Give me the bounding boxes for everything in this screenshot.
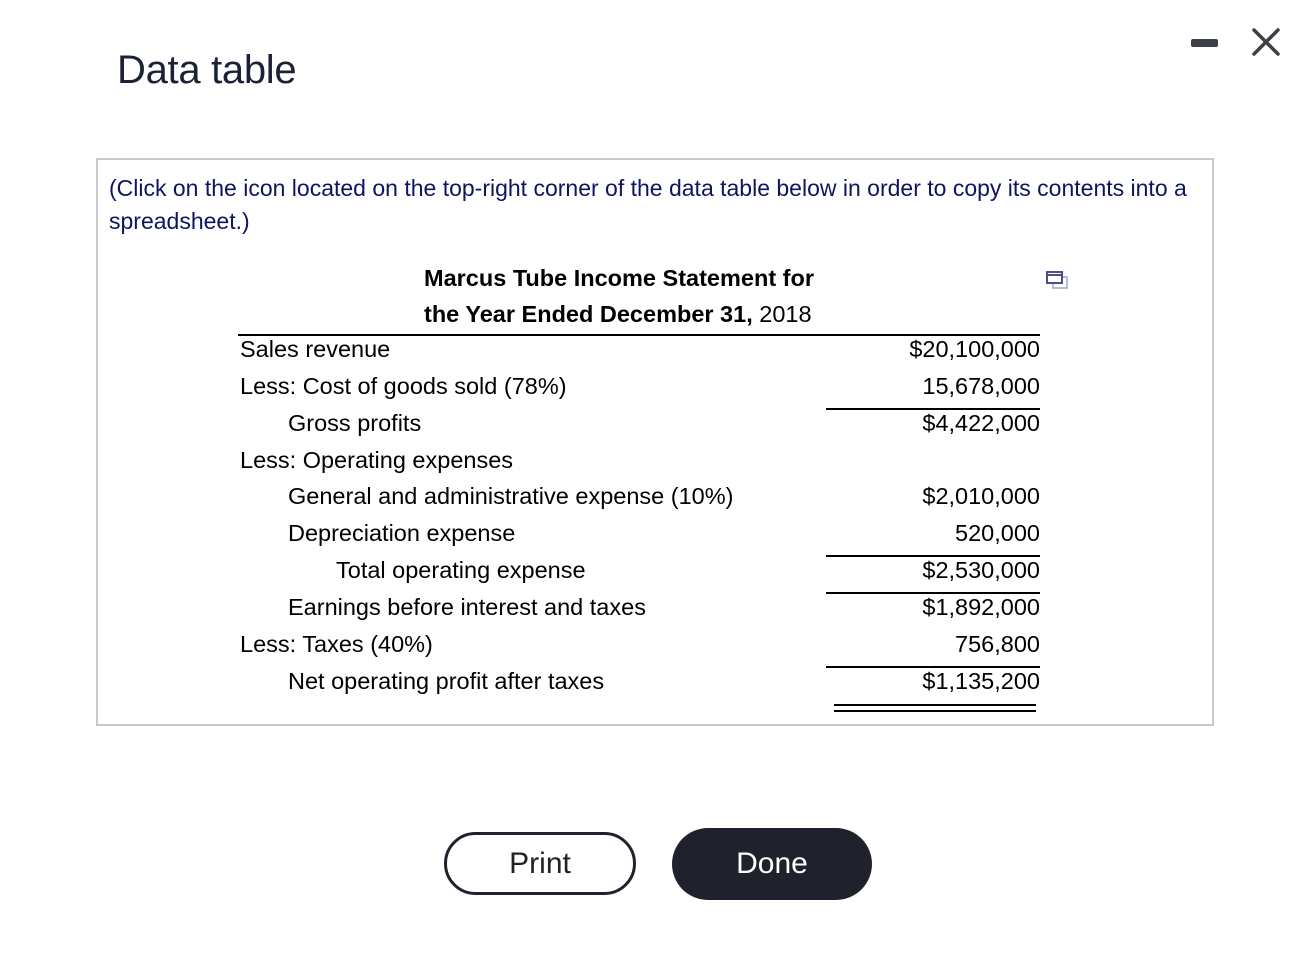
row-amount: $20,100,000 xyxy=(909,336,1040,362)
subtotal-rule xyxy=(826,408,1040,410)
row-label: Less: Taxes (40%) xyxy=(240,631,433,657)
table-row: Less: Cost of goods sold (78%) 15,678,000 xyxy=(238,373,1040,409)
close-button[interactable] xyxy=(1246,22,1286,62)
row-label: Gross profits xyxy=(288,410,422,436)
minimize-icon xyxy=(1191,39,1218,47)
minimize-button[interactable] xyxy=(1188,30,1220,54)
dialog-title: Data table xyxy=(117,48,297,92)
row-label: Total operating expense xyxy=(336,557,586,583)
statement-title-line1: Marcus Tube Income Statement for xyxy=(424,265,814,291)
row-label: Net operating profit after taxes xyxy=(288,668,605,694)
table-row: Earnings before interest and taxes $1,892… xyxy=(238,594,1040,630)
row-amount: 520,000 xyxy=(955,520,1040,546)
row-label: Sales revenue xyxy=(240,336,391,362)
instructions-text: (Click on the icon located on the top-ri… xyxy=(109,175,1187,234)
row-amount: 15,678,000 xyxy=(922,373,1040,399)
statement-title-year: 2018 xyxy=(752,301,812,327)
table-row: Gross profits $4,422,000 xyxy=(238,410,1040,446)
row-label: Depreciation expense xyxy=(288,520,516,546)
table-row: Depreciation expense 520,000 xyxy=(238,520,1040,556)
print-button[interactable]: Print xyxy=(444,832,636,895)
copy-to-spreadsheet-button[interactable] xyxy=(1044,268,1072,294)
close-icon xyxy=(1252,28,1280,56)
data-table-panel: (Click on the icon located on the top-ri… xyxy=(96,158,1214,726)
table-row: General and administrative expense (10%)… xyxy=(238,483,1040,519)
row-label: General and administrative expense (10%) xyxy=(288,483,734,509)
subtotal-rule xyxy=(826,555,1040,557)
statement-title: Marcus Tube Income Statement for the Yea… xyxy=(424,260,814,332)
row-amount: $1,135,200 xyxy=(922,668,1040,694)
table-row: Total operating expense $2,530,000 xyxy=(238,557,1040,593)
row-amount: $2,010,000 xyxy=(922,483,1040,509)
statement-title-period: the Year Ended December 31, xyxy=(424,301,753,327)
subtotal-rule xyxy=(826,592,1040,594)
row-amount: $1,892,000 xyxy=(922,594,1040,620)
row-label: Earnings before interest and taxes xyxy=(288,594,646,620)
total-double-rule xyxy=(834,704,1036,712)
done-button[interactable]: Done xyxy=(672,828,872,900)
table-row: Sales revenue $20,100,000 xyxy=(238,336,1040,372)
row-label: Less: Cost of goods sold (78%) xyxy=(240,373,567,399)
copy-icon xyxy=(1046,271,1068,289)
row-amount: $2,530,000 xyxy=(922,557,1040,583)
row-amount: 756,800 xyxy=(955,631,1040,657)
table-row: Less: Operating expenses xyxy=(238,447,1040,483)
row-label: Less: Operating expenses xyxy=(240,447,514,473)
table-row: Less: Taxes (40%) 756,800 xyxy=(238,631,1040,667)
statement-title-line2: the Year Ended December 31, 2018 xyxy=(424,296,814,332)
row-amount: $4,422,000 xyxy=(922,410,1040,436)
subtotal-rule xyxy=(826,666,1040,668)
table-row: Net operating profit after taxes $1,135,2… xyxy=(238,668,1040,704)
